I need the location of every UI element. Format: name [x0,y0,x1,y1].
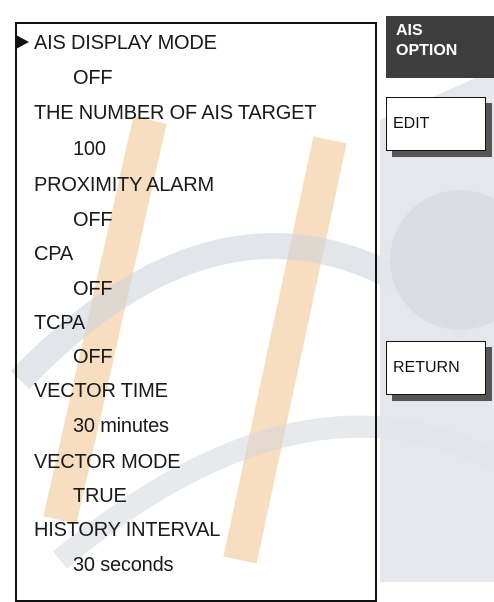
menu-item-proximity-alarm[interactable]: PROXIMITY ALARM [34,174,214,197]
menu-title-box: AIS OPTION [386,16,494,78]
menu-item-number-of-ais-target[interactable]: THE NUMBER OF AIS TARGET [34,102,316,125]
menu-title-line1: AIS [396,22,423,39]
menu-item-tcpa[interactable]: TCPA [34,312,85,335]
menu-value-history-interval[interactable]: 30 seconds [73,554,173,577]
menu-item-history-interval[interactable]: HISTORY INTERVAL [34,519,220,542]
menu-value-cpa[interactable]: OFF [73,278,113,301]
menu-value-vector-mode[interactable]: TRUE [73,485,127,508]
menu-value-tcpa[interactable]: OFF [73,346,113,369]
edit-button[interactable]: EDIT [386,97,486,151]
return-button[interactable]: RETURN [386,341,486,395]
menu-title-line2: OPTION [396,42,458,59]
menu-item-ais-display-mode[interactable]: AIS DISPLAY MODE [34,32,217,55]
menu-value-ais-display-mode[interactable]: OFF [73,67,113,90]
menu-value-proximity-alarm[interactable]: OFF [73,209,113,232]
selection-cursor-icon [16,35,29,49]
menu-value-number-of-ais-target[interactable]: 100 [73,138,106,161]
soft-key-sidebar: AIS OPTION EDIT RETURN [386,0,494,582]
menu-item-vector-time[interactable]: VECTOR TIME [34,380,168,403]
menu-value-vector-time[interactable]: 30 minutes [73,415,169,438]
menu-item-vector-mode[interactable]: VECTOR MODE [34,451,181,474]
menu-item-cpa[interactable]: CPA [34,243,73,266]
